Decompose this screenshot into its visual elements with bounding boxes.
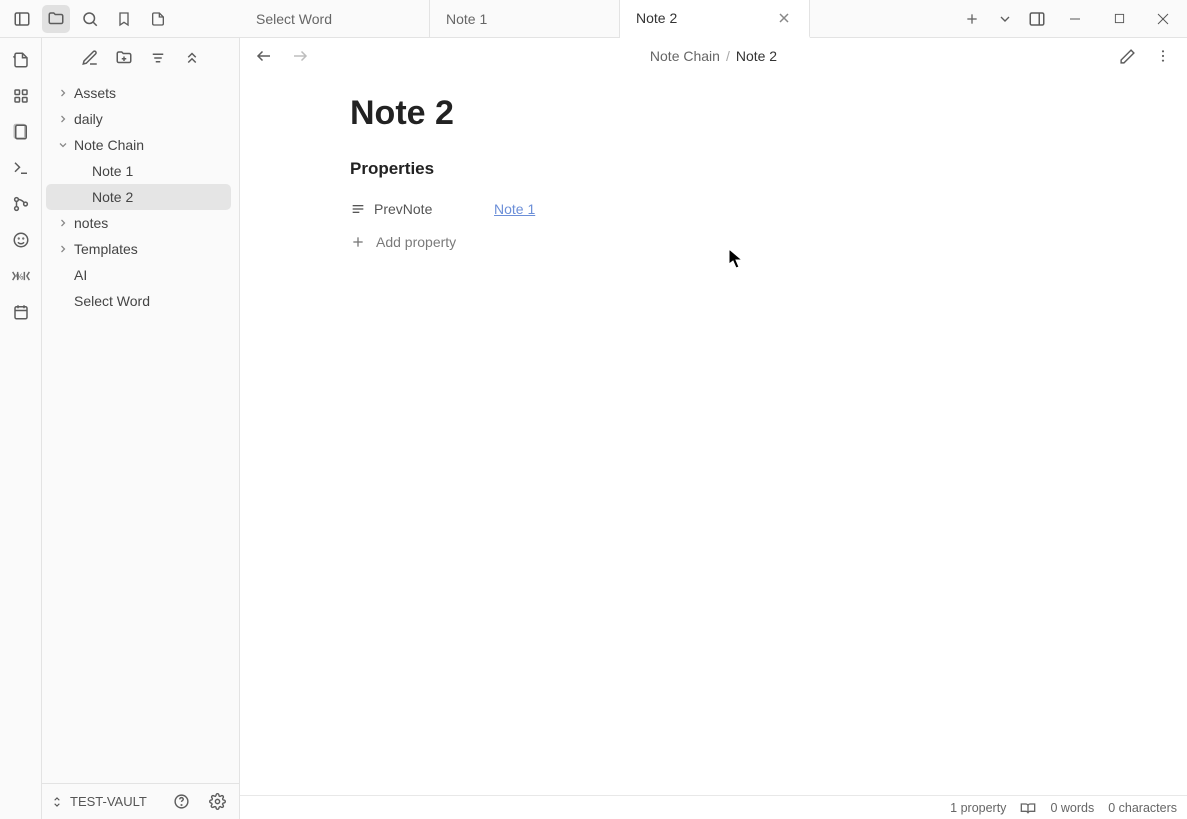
daily-note-icon[interactable] <box>7 298 35 326</box>
edit-mode-icon[interactable] <box>1113 42 1141 70</box>
canvas-icon[interactable] <box>7 118 35 146</box>
new-folder-icon[interactable] <box>110 44 138 72</box>
tab-close-icon[interactable] <box>775 9 793 27</box>
status-properties[interactable]: 1 property <box>950 801 1006 815</box>
add-property-button[interactable]: Add property <box>350 225 1050 259</box>
tree-item-select-word[interactable]: Select Word <box>46 288 231 314</box>
tab-label: Note 2 <box>636 10 677 26</box>
svg-text:%: % <box>16 271 24 281</box>
tree-item-note-chain[interactable]: Note Chain <box>46 132 231 158</box>
toggle-left-sidebar-icon[interactable] <box>8 5 36 33</box>
window-close-button[interactable] <box>1143 0 1183 38</box>
content-pane: Note Chain / Note 2 Note 2 Properties Pr… <box>240 38 1187 819</box>
help-icon[interactable] <box>167 788 195 816</box>
tree-item-label: Note Chain <box>72 137 144 153</box>
tree-item-label: Note 1 <box>90 163 133 179</box>
more-options-icon[interactable] <box>1149 42 1177 70</box>
toggle-right-sidebar-icon[interactable] <box>1023 5 1051 33</box>
file-sidebar: Assets daily Note Chain Note 1 Note 2 notes Te… <box>42 38 240 819</box>
file-explorer-icon[interactable] <box>42 5 70 33</box>
statusbar: 1 property 0 words 0 characters <box>240 795 1187 819</box>
content-header: Note Chain / Note 2 <box>240 38 1187 74</box>
quick-switcher-icon[interactable] <box>7 46 35 74</box>
tab-note-1[interactable]: Note 1 <box>430 0 620 37</box>
file-tree: Assets daily Note Chain Note 1 Note 2 notes Te… <box>42 78 239 783</box>
breadcrumb-parent[interactable]: Note Chain <box>650 48 720 64</box>
sidebar-toolbar <box>42 38 239 78</box>
window-maximize-button[interactable] <box>1099 0 1139 38</box>
titlebar-left-icons <box>0 0 240 37</box>
reading-mode-icon[interactable] <box>1020 801 1036 815</box>
status-chars[interactable]: 0 characters <box>1108 801 1177 815</box>
tree-item-label: Assets <box>72 85 116 101</box>
tab-dropdown-icon[interactable] <box>991 5 1019 33</box>
main-area: % Assets daily Note Chain Note 1 Note 2 notes… <box>0 38 1187 819</box>
nav-back-icon[interactable] <box>250 42 278 70</box>
search-icon[interactable] <box>76 5 104 33</box>
titlebar-right <box>991 0 1187 37</box>
chevron-right-icon[interactable] <box>54 243 72 255</box>
tab-label: Select Word <box>256 11 332 27</box>
add-property-label: Add property <box>376 234 456 250</box>
bookmarks-icon[interactable] <box>110 5 138 33</box>
breadcrumb[interactable]: Note Chain / Note 2 <box>650 48 777 64</box>
tree-item-label: notes <box>72 215 108 231</box>
plus-icon <box>350 234 366 250</box>
tree-item-assets[interactable]: Assets <box>46 80 231 106</box>
graph-view-icon[interactable] <box>7 82 35 110</box>
tree-item-label: AI <box>72 267 87 283</box>
properties-heading: Properties <box>350 159 1050 179</box>
sidebar-footer: TEST-VAULT <box>42 783 239 819</box>
tab-select-word[interactable]: Select Word <box>240 0 430 37</box>
git-icon[interactable] <box>7 190 35 218</box>
titlebar: Select Word Note 1 Note 2 <box>0 0 1187 38</box>
tree-item-label: Note 2 <box>90 189 133 205</box>
tree-item-ai[interactable]: AI <box>46 262 231 288</box>
note-title[interactable]: Note 2 <box>350 94 1050 133</box>
new-note-icon[interactable] <box>76 44 104 72</box>
tab-bar: Select Word Note 1 Note 2 <box>240 0 953 37</box>
command-palette-icon[interactable] <box>7 154 35 182</box>
new-tab-button[interactable] <box>953 0 991 37</box>
text-property-icon <box>350 201 366 217</box>
status-words[interactable]: 0 words <box>1050 801 1094 815</box>
emoji-icon[interactable] <box>7 226 35 254</box>
tree-item-label: Templates <box>72 241 138 257</box>
tree-item-daily[interactable]: daily <box>46 106 231 132</box>
tree-item-templates[interactable]: Templates <box>46 236 231 262</box>
file-icon[interactable] <box>144 5 172 33</box>
editor-body[interactable]: Note 2 Properties PrevNote Note 1 Add pr… <box>240 74 1187 795</box>
sort-icon[interactable] <box>144 44 172 72</box>
property-row[interactable]: PrevNote Note 1 <box>350 193 1050 225</box>
tab-note-2[interactable]: Note 2 <box>620 0 810 38</box>
templater-icon[interactable]: % <box>7 262 35 290</box>
tab-label: Note 1 <box>446 11 487 27</box>
property-key-label: PrevNote <box>374 201 432 217</box>
tree-item-notes[interactable]: notes <box>46 210 231 236</box>
property-value-link[interactable]: Note 1 <box>494 201 535 217</box>
chevron-right-icon[interactable] <box>54 217 72 229</box>
breadcrumb-separator: / <box>726 48 730 64</box>
tree-item-label: daily <box>72 111 103 127</box>
vault-name: TEST-VAULT <box>70 794 147 809</box>
breadcrumb-current[interactable]: Note 2 <box>736 48 777 64</box>
collapse-icon[interactable] <box>178 44 206 72</box>
chevron-right-icon[interactable] <box>54 113 72 125</box>
window-minimize-button[interactable] <box>1055 0 1095 38</box>
nav-forward-icon[interactable] <box>286 42 314 70</box>
tree-item-note-1[interactable]: Note 1 <box>46 158 231 184</box>
property-key[interactable]: PrevNote <box>350 201 480 217</box>
settings-icon[interactable] <box>203 788 231 816</box>
tree-item-label: Select Word <box>72 293 150 309</box>
chevron-down-icon[interactable] <box>54 139 72 151</box>
left-ribbon: % <box>0 38 42 819</box>
chevron-right-icon[interactable] <box>54 87 72 99</box>
vault-switcher[interactable]: TEST-VAULT <box>50 794 147 809</box>
tree-item-note-2[interactable]: Note 2 <box>46 184 231 210</box>
